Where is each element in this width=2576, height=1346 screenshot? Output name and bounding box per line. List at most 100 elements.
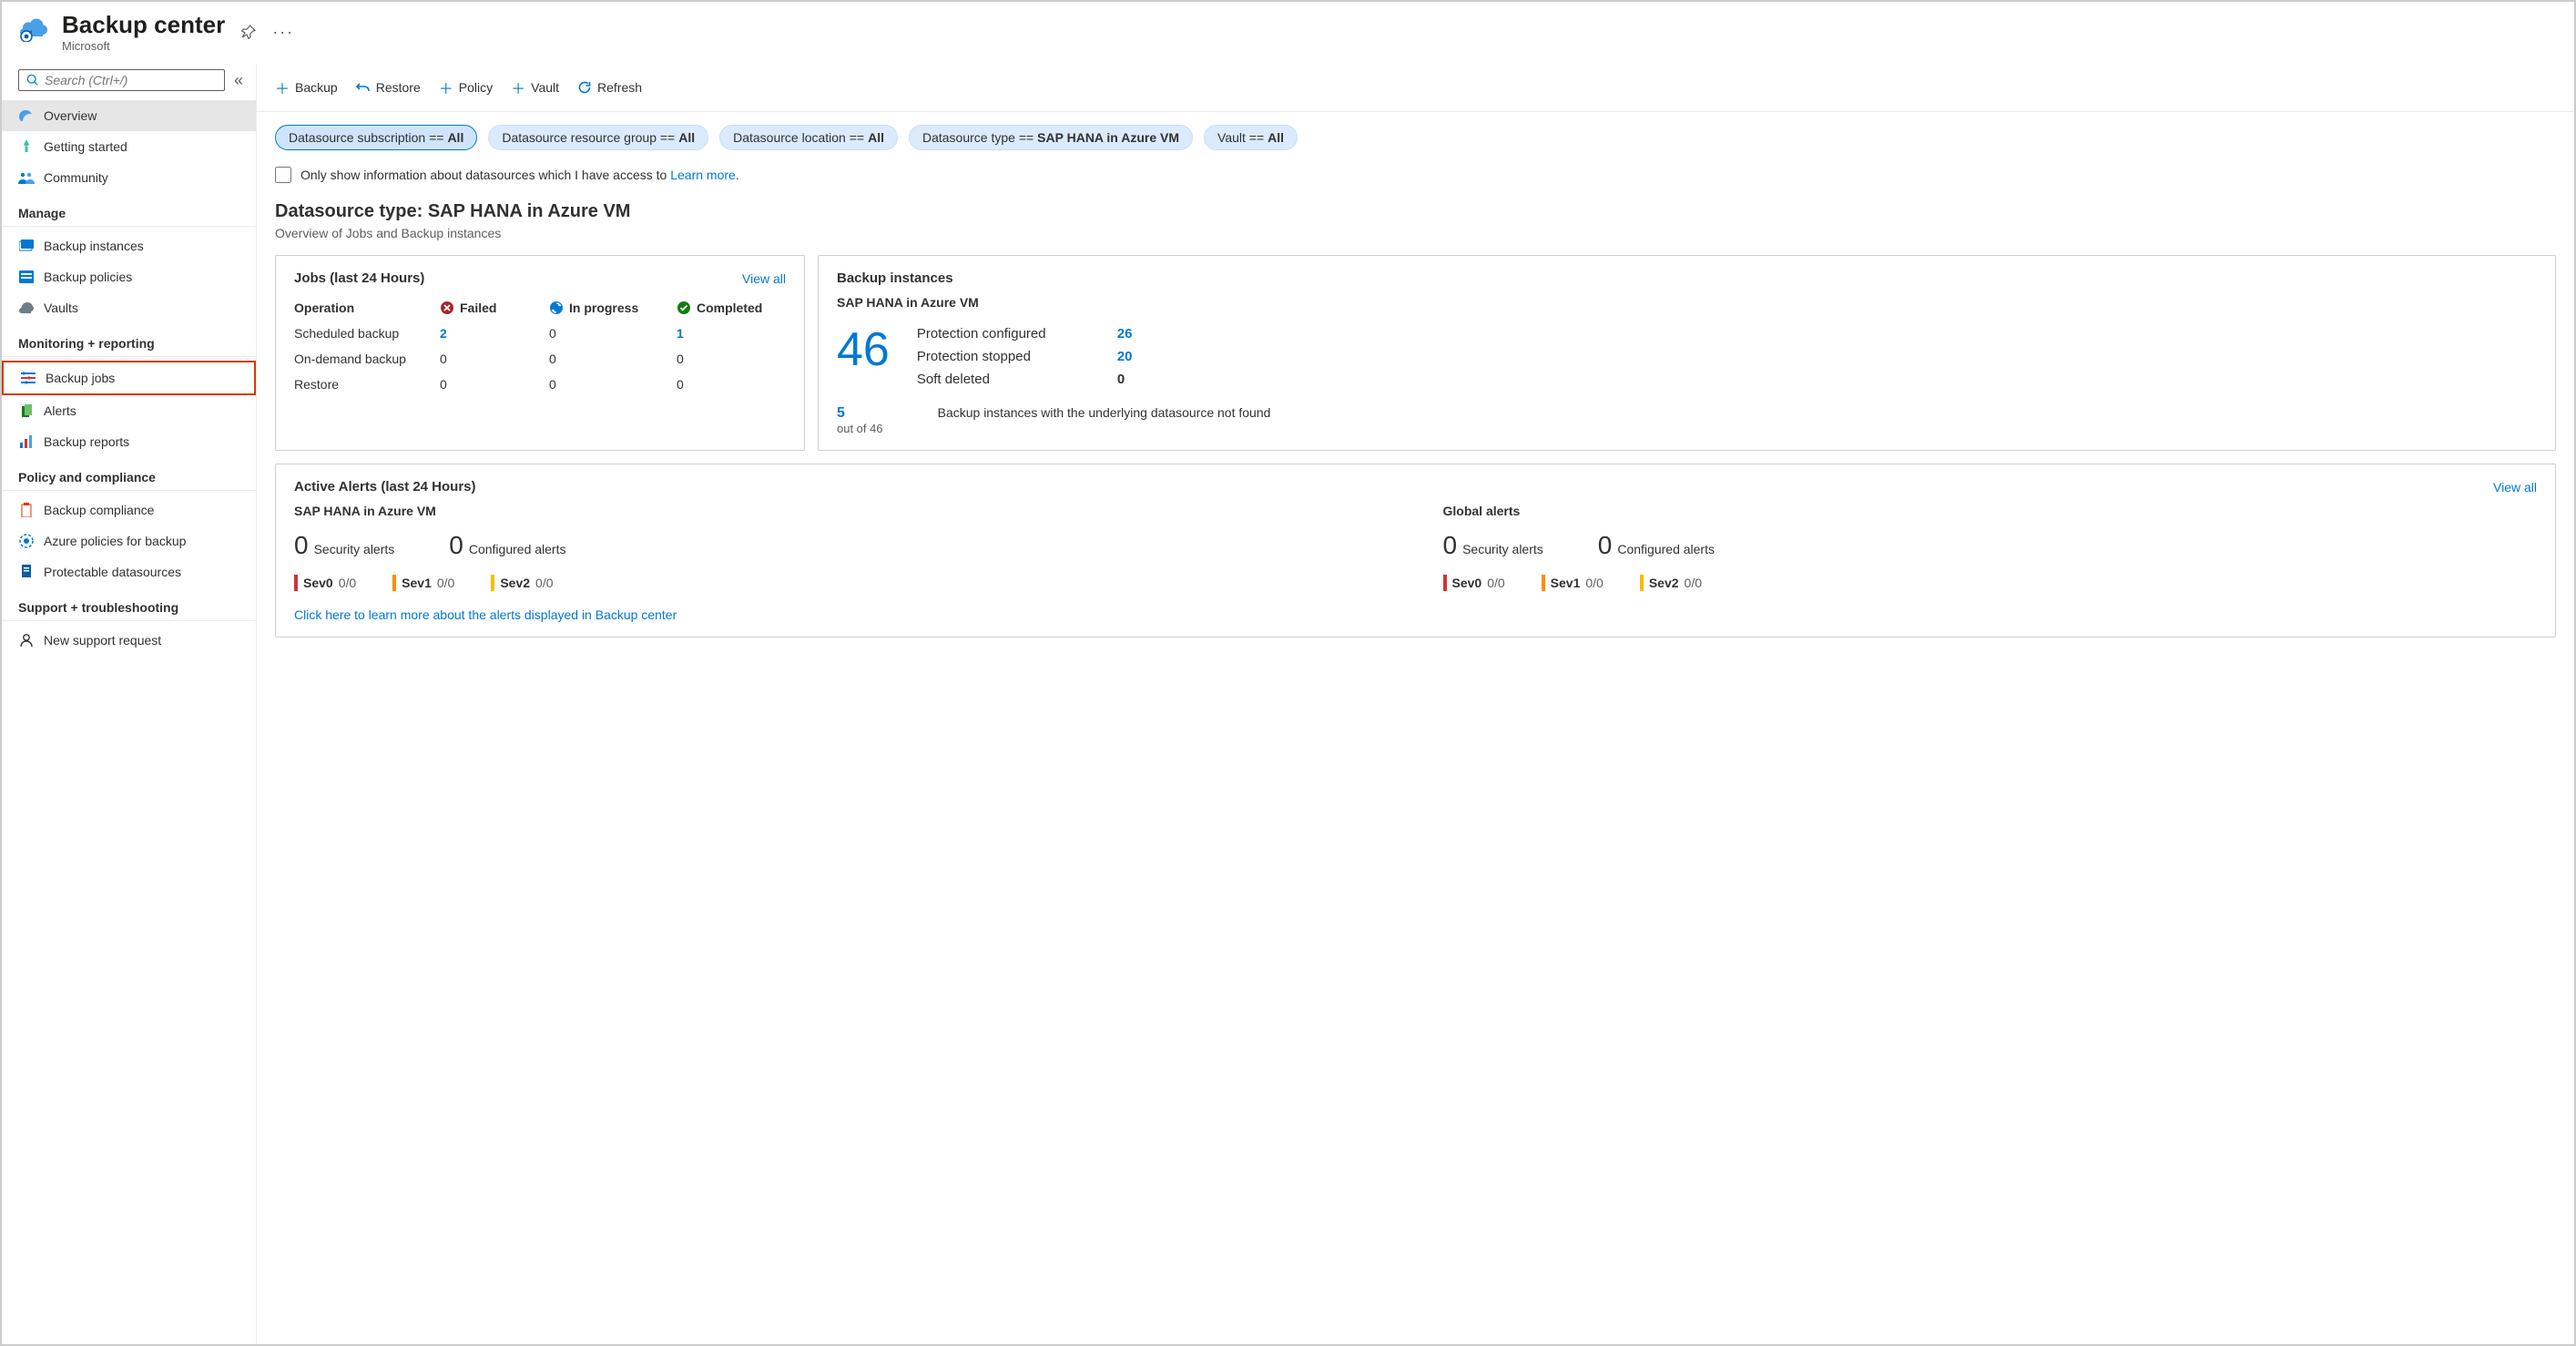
sidebar-item-vaults[interactable]: Vaults (2, 292, 256, 323)
sidebar-item-backup-compliance[interactable]: Backup compliance (2, 495, 256, 525)
sidebar-section-support: Support + troubleshooting (2, 587, 256, 621)
sev2-badge: Sev20/0 (491, 575, 553, 591)
sidebar-item-backup-instances[interactable]: Backup instances (2, 230, 256, 261)
sidebar-item-label: Protectable datasources (44, 565, 181, 579)
policy-button[interactable]: ＋Policy (439, 76, 493, 98)
instances-card: Backup instances SAP HANA in Azure VM 46… (818, 255, 2556, 451)
sidebar-item-backup-jobs[interactable]: Backup jobs (2, 361, 256, 395)
collapse-sidebar-icon[interactable]: « (234, 71, 243, 90)
sidebar-item-label: New support request (44, 633, 161, 648)
alerts-view-all-link[interactable]: View all (2493, 480, 2537, 495)
failed-icon (440, 301, 454, 315)
sidebar-item-getting-started[interactable]: Getting started (2, 131, 256, 162)
sidebar-item-backup-reports[interactable]: Backup reports (2, 426, 256, 457)
alerts-col-global: Global alerts 0Security alerts 0Configur… (1443, 504, 2538, 591)
learn-more-link[interactable]: Learn more (670, 168, 736, 182)
jobs-col-failed: Failed (440, 301, 549, 315)
overview-subtitle: Overview of Jobs and Backup instances (275, 226, 2556, 240)
alerts-learn-more-link[interactable]: Click here to learn more about the alert… (294, 607, 677, 622)
getting-started-icon (18, 138, 35, 155)
sidebar-item-label: Getting started (44, 139, 127, 154)
jobs-row: Scheduled backup 2 0 1 (294, 321, 786, 346)
sidebar-section-monitoring: Monitoring + reporting (2, 323, 256, 357)
sidebar-item-azure-policies[interactable]: Azure policies for backup (2, 525, 256, 556)
instances-subtitle: SAP HANA in Azure VM (837, 295, 2537, 310)
sidebar-search[interactable] (18, 69, 225, 91)
toolbar: ＋Backup Restore ＋Policy ＋Vault Refresh (257, 64, 2574, 112)
sidebar-item-label: Vaults (44, 301, 78, 315)
backup-reports-icon (18, 433, 35, 450)
vault-button[interactable]: ＋Vault (511, 76, 559, 98)
sidebar-item-backup-policies[interactable]: Backup policies (2, 261, 256, 292)
main-content: ＋Backup Restore ＋Policy ＋Vault Refresh D… (257, 64, 2574, 1344)
sidebar-item-overview[interactable]: Overview (2, 100, 256, 131)
vaults-icon (18, 300, 35, 316)
backup-center-icon (18, 16, 49, 47)
instances-total[interactable]: 46 (837, 326, 890, 373)
sidebar-item-label: Backup compliance (44, 503, 154, 517)
issue-outof: out of 46 (837, 422, 883, 435)
filter-subscription[interactable]: Datasource subscription == All (275, 125, 477, 150)
sev1-badge: Sev10/0 (1542, 575, 1604, 591)
search-input[interactable] (45, 73, 217, 87)
refresh-icon (577, 80, 592, 95)
sidebar-item-label: Overview (44, 108, 97, 123)
filter-location[interactable]: Datasource location == All (719, 125, 898, 150)
jobs-view-all-link[interactable]: View all (742, 271, 786, 286)
sidebar-item-protectable-datasources[interactable]: Protectable datasources (2, 556, 256, 587)
soft-deleted-count: 0 (1117, 372, 1172, 387)
alerts-icon (18, 403, 35, 419)
jobs-col-completed: Completed (677, 301, 786, 315)
backup-instances-icon (18, 238, 35, 254)
issue-text: Backup instances with the underlying dat… (938, 405, 2537, 420)
azure-policies-icon (18, 533, 35, 549)
sev0-badge: Sev00/0 (294, 575, 356, 591)
overview-icon (18, 107, 35, 124)
sev2-badge: Sev20/0 (1640, 575, 1702, 591)
filter-bar: Datasource subscription == All Datasourc… (257, 112, 2574, 159)
issue-count-link[interactable]: 5 (837, 405, 883, 422)
support-icon (18, 632, 35, 648)
sidebar-section-policy: Policy and compliance (2, 457, 256, 491)
filter-type[interactable]: Datasource type == SAP HANA in Azure VM (909, 125, 1193, 150)
jobs-col-inprogress: In progress (549, 301, 677, 315)
protection-stopped-link[interactable]: 20 (1117, 349, 1172, 364)
sev0-badge: Sev00/0 (1443, 575, 1505, 591)
sidebar-item-label: Backup policies (44, 270, 132, 284)
instances-card-title: Backup instances (837, 270, 953, 286)
protection-configured-link[interactable]: 26 (1117, 326, 1172, 342)
restore-button[interactable]: Restore (356, 80, 421, 95)
backup-button[interactable]: ＋Backup (275, 76, 338, 98)
sidebar: « Overview Getting started Community Man… (2, 64, 257, 1344)
jobs-col-operation: Operation (294, 301, 440, 315)
community-icon (18, 169, 35, 186)
sidebar-item-label: Backup jobs (46, 371, 115, 385)
backup-policies-icon (18, 269, 35, 285)
overview-title: Datasource type: SAP HANA in Azure VM (275, 201, 2556, 222)
failed-count-link[interactable]: 2 (440, 326, 447, 341)
sidebar-item-label: Backup reports (44, 434, 129, 449)
page-title: Backup center (62, 11, 225, 39)
filter-resource-group[interactable]: Datasource resource group == All (488, 125, 708, 150)
inprogress-icon (549, 301, 564, 315)
compliance-icon (18, 502, 35, 518)
jobs-card: Jobs (last 24 Hours) View all Operation … (275, 255, 805, 451)
undo-icon (356, 80, 371, 95)
access-checkbox[interactable] (275, 167, 291, 183)
pin-icon[interactable] (241, 25, 256, 39)
completed-icon (677, 301, 691, 315)
sidebar-item-label: Community (44, 170, 108, 185)
refresh-button[interactable]: Refresh (577, 80, 642, 95)
search-icon (26, 74, 39, 87)
filter-vault[interactable]: Vault == All (1204, 125, 1298, 150)
page-subtitle: Microsoft (62, 39, 225, 53)
more-icon[interactable]: ··· (272, 23, 294, 42)
sidebar-item-alerts[interactable]: Alerts (2, 395, 256, 426)
protectable-icon (18, 564, 35, 580)
sidebar-item-label: Alerts (44, 403, 76, 418)
completed-count-link[interactable]: 1 (677, 326, 684, 341)
sidebar-item-new-support-request[interactable]: New support request (2, 625, 256, 656)
sidebar-item-community[interactable]: Community (2, 162, 256, 193)
sev1-badge: Sev10/0 (392, 575, 454, 591)
alerts-col-sap-hana: SAP HANA in Azure VM 0Security alerts 0C… (294, 504, 1389, 591)
